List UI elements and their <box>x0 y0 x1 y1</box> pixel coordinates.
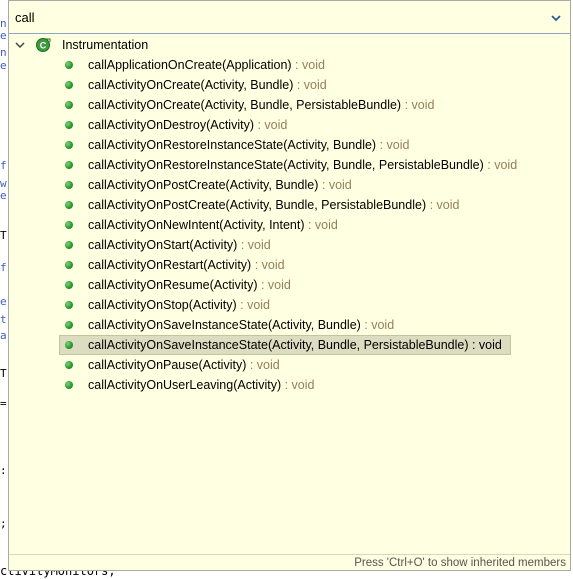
public-method-icon <box>65 341 73 349</box>
filter-input[interactable] <box>11 5 559 29</box>
method-signature: callActivityOnRestart(Activity) <box>88 258 252 272</box>
background-editor: n e n e f w e T f e t a T = : ; <box>0 0 8 579</box>
public-method-icon <box>65 141 73 149</box>
method-signature: callActivityOnPostCreate(Activity, Bundl… <box>88 198 427 212</box>
method-row[interactable]: callActivityOnPostCreate(Activity, Bundl… <box>9 175 570 195</box>
method-return-type: : void <box>236 298 271 312</box>
method-row[interactable]: callActivityOnPause(Activity) : void <box>9 355 570 375</box>
method-row[interactable]: callApplicationOnCreate(Application) : v… <box>9 55 570 75</box>
method-signature: callActivityOnRestoreInstanceState(Activ… <box>88 158 484 172</box>
method-return-type: : void <box>360 318 395 332</box>
method-signature: callActivityOnDestroy(Activity) <box>88 118 254 132</box>
method-signature: callActivityOnSaveInstanceState(Activity… <box>88 318 361 332</box>
method-return-type: : void <box>237 238 271 252</box>
method-label: callActivityOnStop(Activity) : void <box>88 295 270 315</box>
method-label: callActivityOnCreate(Activity, Bundle) :… <box>88 75 327 95</box>
method-row[interactable]: callActivityOnRestoreInstanceState(Activ… <box>9 155 570 175</box>
method-label: callActivityOnRestoreInstanceState(Activ… <box>88 155 517 175</box>
method-label: callActivityOnStart(Activity) : void <box>88 235 271 255</box>
public-method-icon <box>65 361 73 369</box>
public-method-icon <box>65 381 73 389</box>
method-signature: callActivityOnNewIntent(Activity, Intent… <box>88 218 305 232</box>
method-return-type: : void <box>281 378 315 392</box>
method-label: callActivityOnDestroy(Activity) : void <box>88 115 287 135</box>
method-return-type: : void <box>483 158 518 172</box>
method-return-type: : void <box>246 358 280 372</box>
public-method-icon <box>65 301 73 309</box>
public-method-icon <box>65 161 73 169</box>
method-return-type: : void <box>426 198 460 212</box>
method-signature: callActivityOnSaveInstanceState(Activity… <box>88 338 469 352</box>
class-icon: C <box>36 38 51 52</box>
method-list: callApplicationOnCreate(Application) : v… <box>9 55 570 395</box>
method-label: callActivityOnCreate(Activity, Bundle, P… <box>88 95 434 115</box>
method-label: callActivityOnPause(Activity) : void <box>88 355 280 375</box>
public-method-icon <box>65 61 73 69</box>
method-return-type: : void <box>251 258 285 272</box>
method-label: callActivityOnSaveInstanceState(Activity… <box>88 315 394 335</box>
method-return-type: : void <box>254 118 288 132</box>
method-row[interactable]: callActivityOnRestoreInstanceState(Activ… <box>9 135 570 155</box>
tree-class-node[interactable]: C Instrumentation <box>9 35 570 55</box>
svg-text:C: C <box>40 41 47 51</box>
method-signature: callActivityOnUserLeaving(Activity) <box>88 378 282 392</box>
method-label: callActivityOnPostCreate(Activity, Bundl… <box>88 195 459 215</box>
method-row[interactable]: callActivityOnCreate(Activity, Bundle, P… <box>9 95 570 115</box>
method-label: callActivityOnResume(Activity) : void <box>88 275 291 295</box>
method-signature: callActivityOnStart(Activity) <box>88 238 238 252</box>
method-row[interactable]: callActivityOnSaveInstanceState(Activity… <box>9 315 570 335</box>
public-method-icon <box>65 261 73 269</box>
method-label: callActivityOnNewIntent(Activity, Intent… <box>88 215 338 235</box>
method-row[interactable]: callActivityOnPostCreate(Activity, Bundl… <box>9 195 570 215</box>
footer-hint: Press 'Ctrl+O' to show inherited members <box>9 554 570 570</box>
method-signature: callActivityOnCreate(Activity, Bundle) <box>88 78 294 92</box>
method-return-type: : void <box>293 78 327 92</box>
method-return-type: : void <box>257 278 291 292</box>
method-return-type: : void <box>304 218 338 232</box>
chevron-down-icon[interactable] <box>550 13 562 23</box>
public-method-icon <box>65 81 73 89</box>
public-method-icon <box>65 181 73 189</box>
method-return-type: : void <box>468 338 502 352</box>
class-name-label: Instrumentation <box>62 38 149 52</box>
method-label: callApplicationOnCreate(Application) : v… <box>88 55 325 75</box>
public-method-icon <box>65 241 73 249</box>
public-method-icon <box>65 121 73 129</box>
method-signature: callActivityOnPostCreate(Activity, Bundl… <box>88 178 319 192</box>
method-row[interactable]: callActivityOnStop(Activity) : void <box>9 295 570 315</box>
method-row[interactable]: callActivityOnNewIntent(Activity, Intent… <box>9 215 570 235</box>
public-method-icon <box>65 201 73 209</box>
method-label: callActivityOnRestoreInstanceState(Activ… <box>88 135 409 155</box>
method-signature: callActivityOnPause(Activity) <box>88 358 247 372</box>
method-return-type: : void <box>376 138 410 152</box>
method-row[interactable]: callActivityOnUserLeaving(Activity) : vo… <box>9 375 570 395</box>
method-label: callActivityOnUserLeaving(Activity) : vo… <box>88 375 314 395</box>
filter-bar <box>9 1 570 34</box>
method-signature: callActivityOnRestoreInstanceState(Activ… <box>88 138 377 152</box>
method-signature: callActivityOnResume(Activity) <box>88 278 258 292</box>
method-row[interactable]: callActivityOnDestroy(Activity) : void <box>9 115 570 135</box>
method-signature: callActivityOnCreate(Activity, Bundle, P… <box>88 98 402 112</box>
method-row[interactable]: callActivityOnCreate(Activity, Bundle) :… <box>9 75 570 95</box>
method-row[interactable]: callActivityOnStart(Activity) : void <box>9 235 570 255</box>
chevron-down-icon[interactable] <box>15 40 25 50</box>
method-row[interactable]: callActivityOnResume(Activity) : void <box>9 275 570 295</box>
method-return-type: : void <box>318 178 352 192</box>
method-label: callActivityOnPostCreate(Activity, Bundl… <box>88 175 352 195</box>
method-signature: callApplicationOnCreate(Application) <box>88 58 292 72</box>
method-signature: callActivityOnStop(Activity) <box>88 298 237 312</box>
public-method-icon <box>65 221 73 229</box>
method-return-type: : void <box>291 58 325 72</box>
method-label: callActivityOnSaveInstanceState(Activity… <box>88 335 502 355</box>
method-label: callActivityOnRestart(Activity) : void <box>88 255 285 275</box>
public-method-icon <box>65 281 73 289</box>
quick-outline-popup: C Instrumentation callApplicationOnCreat… <box>8 0 571 571</box>
method-return-type: : void <box>401 98 435 112</box>
public-method-icon <box>65 101 73 109</box>
method-row[interactable]: callActivityOnSaveInstanceState(Activity… <box>9 335 570 355</box>
method-row[interactable]: callActivityOnRestart(Activity) : void <box>9 255 570 275</box>
outline-tree: C Instrumentation callApplicationOnCreat… <box>9 35 570 395</box>
public-method-icon <box>65 321 73 329</box>
